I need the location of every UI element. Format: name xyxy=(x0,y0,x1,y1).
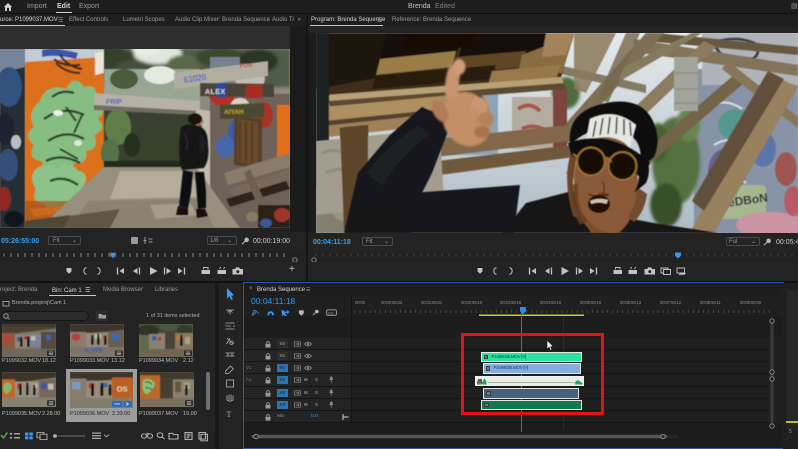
svg-text:KiWK: KiWK xyxy=(85,347,104,355)
svg-text:OS: OS xyxy=(117,384,128,393)
svg-text:CC: CC xyxy=(328,310,334,315)
svg-text:ALEX: ALEX xyxy=(205,89,226,96)
svg-text:FRIP: FRIP xyxy=(106,99,122,106)
svg-text:AIYAH: AIYAH xyxy=(224,109,244,116)
svg-text:T: T xyxy=(227,410,232,419)
